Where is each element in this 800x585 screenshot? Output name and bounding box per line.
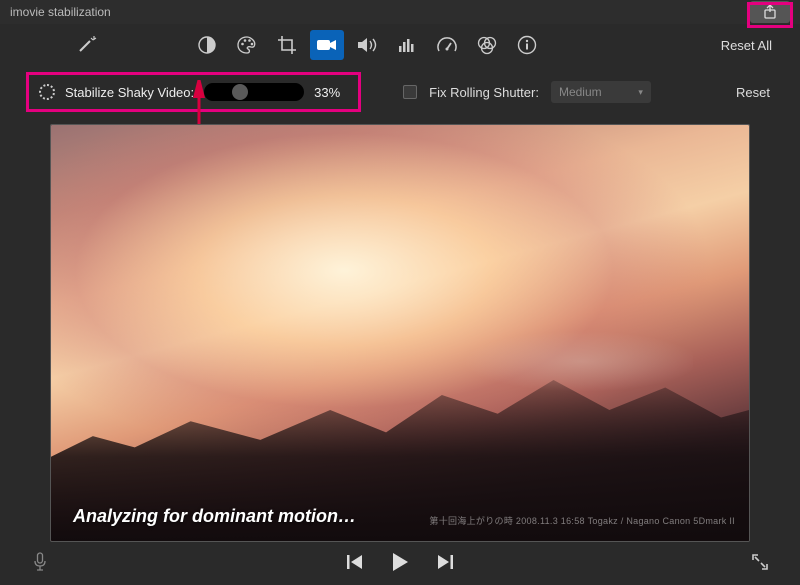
rolling-shutter-checkbox[interactable] bbox=[403, 85, 417, 99]
stabilize-value: 33% bbox=[314, 85, 348, 100]
expand-icon bbox=[751, 553, 769, 571]
filters-button[interactable] bbox=[470, 30, 504, 60]
next-button[interactable] bbox=[436, 554, 454, 570]
speed-button[interactable] bbox=[430, 30, 464, 60]
magic-wand-icon bbox=[76, 35, 98, 55]
half-circle-icon bbox=[197, 35, 217, 55]
skip-forward-icon bbox=[436, 554, 454, 570]
prev-button[interactable] bbox=[346, 554, 364, 570]
share-icon bbox=[762, 4, 778, 20]
stabilization-controls: Stabilize Shaky Video: 33% Fix Rolling S… bbox=[0, 66, 800, 118]
preview-watermark: 第十回海上がりの時 2008.11.3 16:58 Togakz / Nagan… bbox=[429, 514, 735, 527]
crop-icon bbox=[277, 35, 297, 55]
reset-button[interactable]: Reset bbox=[736, 85, 774, 100]
equalizer-icon bbox=[397, 36, 417, 54]
crop-button[interactable] bbox=[270, 30, 304, 60]
video-preview[interactable]: Analyzing for dominant motion… 第十回海上がりの時… bbox=[50, 124, 750, 542]
analysis-status: Analyzing for dominant motion… bbox=[73, 506, 356, 527]
info-button[interactable] bbox=[510, 30, 544, 60]
reset-all-button[interactable]: Reset All bbox=[721, 38, 780, 53]
video-camera-icon bbox=[316, 37, 338, 53]
magic-wand-button[interactable] bbox=[70, 30, 104, 60]
adjust-toolbar: Reset All bbox=[0, 24, 800, 66]
rolling-shutter-dropdown[interactable]: Medium ▾ bbox=[551, 81, 651, 103]
window-title: imovie stabilization bbox=[10, 5, 750, 19]
stabilize-slider[interactable] bbox=[204, 83, 304, 101]
volume-button[interactable] bbox=[350, 30, 384, 60]
titlebar: imovie stabilization bbox=[0, 0, 800, 24]
rolling-shutter-label: Fix Rolling Shutter: bbox=[429, 85, 539, 100]
play-icon bbox=[390, 551, 410, 573]
slider-thumb[interactable] bbox=[232, 84, 248, 100]
skip-back-icon bbox=[346, 554, 364, 570]
annotation-stabilize-highlight: Stabilize Shaky Video: 33% bbox=[26, 72, 361, 112]
spinner-icon bbox=[39, 84, 55, 100]
playback-bar bbox=[0, 544, 800, 580]
play-button[interactable] bbox=[390, 551, 410, 573]
fullscreen-button[interactable] bbox=[748, 550, 772, 574]
noise-eq-button[interactable] bbox=[390, 30, 424, 60]
info-icon bbox=[517, 35, 537, 55]
share-button[interactable] bbox=[750, 1, 790, 23]
voiceover-button[interactable] bbox=[28, 550, 52, 574]
color-correction-button[interactable] bbox=[230, 30, 264, 60]
microphone-icon bbox=[32, 552, 48, 572]
speedometer-icon bbox=[436, 36, 458, 54]
venn-icon bbox=[476, 35, 498, 55]
color-balance-button[interactable] bbox=[190, 30, 224, 60]
speaker-icon bbox=[356, 36, 378, 54]
stabilize-label: Stabilize Shaky Video: bbox=[65, 85, 194, 100]
dropdown-selected: Medium bbox=[559, 85, 602, 99]
stabilization-button[interactable] bbox=[310, 30, 344, 60]
palette-icon bbox=[236, 35, 258, 55]
chevron-down-icon: ▾ bbox=[638, 87, 643, 98]
transport-controls bbox=[52, 551, 748, 573]
